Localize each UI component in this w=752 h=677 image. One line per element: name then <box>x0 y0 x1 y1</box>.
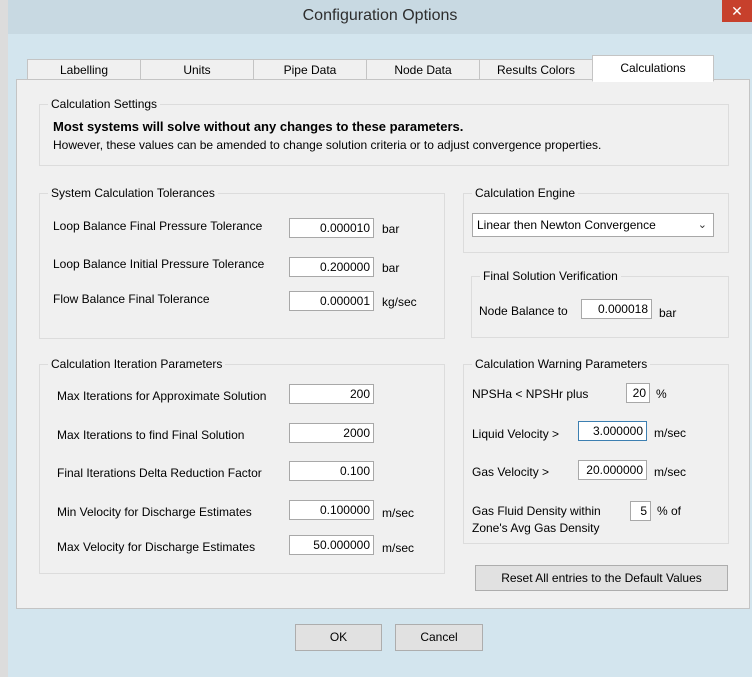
calculations-panel: Calculation Settings Most systems will s… <box>16 79 750 609</box>
max-velocity-label: Max Velocity for Discharge Estimates <box>57 540 256 554</box>
npsh-field[interactable]: 20 <box>626 383 650 403</box>
liquid-velocity-unit: m/sec <box>654 426 687 440</box>
gas-density-label-line2: Zone's Avg Gas Density <box>472 521 600 535</box>
warning-label: Calculation Warning Parameters <box>472 357 651 371</box>
loop-final-pressure-field[interactable]: 0.000010 <box>289 218 374 238</box>
loop-final-pressure-label: Loop Balance Final Pressure Tolerance <box>53 219 263 233</box>
verification-label: Final Solution Verification <box>480 269 621 283</box>
calculation-settings-label: Calculation Settings <box>48 97 161 111</box>
calculation-settings-group: Calculation Settings Most systems will s… <box>39 97 729 166</box>
min-velocity-field[interactable]: 0.100000 <box>289 500 374 520</box>
reset-defaults-button[interactable]: Reset All entries to the Default Values <box>475 565 728 591</box>
calculation-engine-value: Linear then Newton Convergence <box>477 218 656 232</box>
window-title: Configuration Options <box>302 7 458 24</box>
npsh-unit: % <box>656 387 667 401</box>
gas-velocity-label: Gas Velocity > <box>472 465 550 479</box>
flow-balance-unit: kg/sec <box>382 295 417 309</box>
close-button[interactable]: ✕ <box>722 0 752 22</box>
max-iter-approx-field[interactable]: 200 <box>289 384 374 404</box>
flow-balance-label: Flow Balance Final Tolerance <box>53 292 210 306</box>
verification-group: Final Solution Verification Node Balance… <box>471 269 729 338</box>
loop-initial-pressure-field[interactable]: 0.200000 <box>289 257 374 277</box>
iteration-group: Calculation Iteration Parameters Max Ite… <box>39 357 445 574</box>
flow-balance-field[interactable]: 0.000001 <box>289 291 374 311</box>
iteration-label: Calculation Iteration Parameters <box>48 357 226 371</box>
loop-initial-pressure-label: Loop Balance Initial Pressure Tolerance <box>53 257 265 271</box>
node-balance-unit: bar <box>659 306 677 320</box>
max-iter-approx-label: Max Iterations for Approximate Solution <box>57 389 267 403</box>
node-balance-field[interactable]: 0.000018 <box>581 299 652 319</box>
gas-density-label-line1: Gas Fluid Density within <box>472 504 601 518</box>
tolerances-label: System Calculation Tolerances <box>48 186 218 200</box>
delta-reduction-label: Final Iterations Delta Reduction Factor <box>57 466 262 480</box>
min-velocity-label: Min Velocity for Discharge Estimates <box>57 505 252 519</box>
calculation-engine-label: Calculation Engine <box>472 186 579 200</box>
node-balance-label: Node Balance to <box>479 304 568 318</box>
dialog-window: Configuration Options ✕ Labelling Units … <box>8 0 752 677</box>
cancel-button[interactable]: Cancel <box>395 624 483 651</box>
title-bar: Configuration Options ✕ <box>8 0 752 34</box>
settings-info-text: However, these values can be amended to … <box>53 138 602 152</box>
tab-calculations[interactable]: Calculations <box>592 55 714 82</box>
gas-velocity-unit: m/sec <box>654 465 687 479</box>
gas-velocity-field[interactable]: 20.000000 <box>578 460 647 480</box>
calculation-engine-group: Calculation Engine Linear then Newton Co… <box>463 186 729 253</box>
max-iter-final-label: Max Iterations to find Final Solution <box>57 428 245 442</box>
npsh-label: NPSHa < NPSHr plus <box>472 387 589 401</box>
loop-initial-pressure-unit: bar <box>382 261 400 275</box>
tolerances-group: System Calculation Tolerances Loop Balan… <box>39 186 445 339</box>
max-velocity-unit: m/sec <box>382 541 415 555</box>
gas-density-unit: % of <box>657 504 682 518</box>
min-velocity-unit: m/sec <box>382 506 415 520</box>
max-iter-final-field[interactable]: 2000 <box>289 423 374 443</box>
calculation-engine-select[interactable]: Linear then Newton Convergence ⌄ <box>472 213 714 237</box>
gas-density-field[interactable]: 5 <box>630 501 651 521</box>
chevron-down-icon: ⌄ <box>697 219 707 231</box>
delta-reduction-field[interactable]: 0.100 <box>289 461 374 481</box>
settings-bold-text: Most systems will solve without any chan… <box>53 119 464 134</box>
liquid-velocity-field[interactable]: 3.000000 <box>578 421 647 441</box>
ok-button[interactable]: OK <box>295 624 382 651</box>
warning-group: Calculation Warning Parameters NPSHa < N… <box>463 357 729 544</box>
liquid-velocity-label: Liquid Velocity > <box>472 427 560 441</box>
loop-final-pressure-unit: bar <box>382 222 400 236</box>
max-velocity-field[interactable]: 50.000000 <box>289 535 374 555</box>
